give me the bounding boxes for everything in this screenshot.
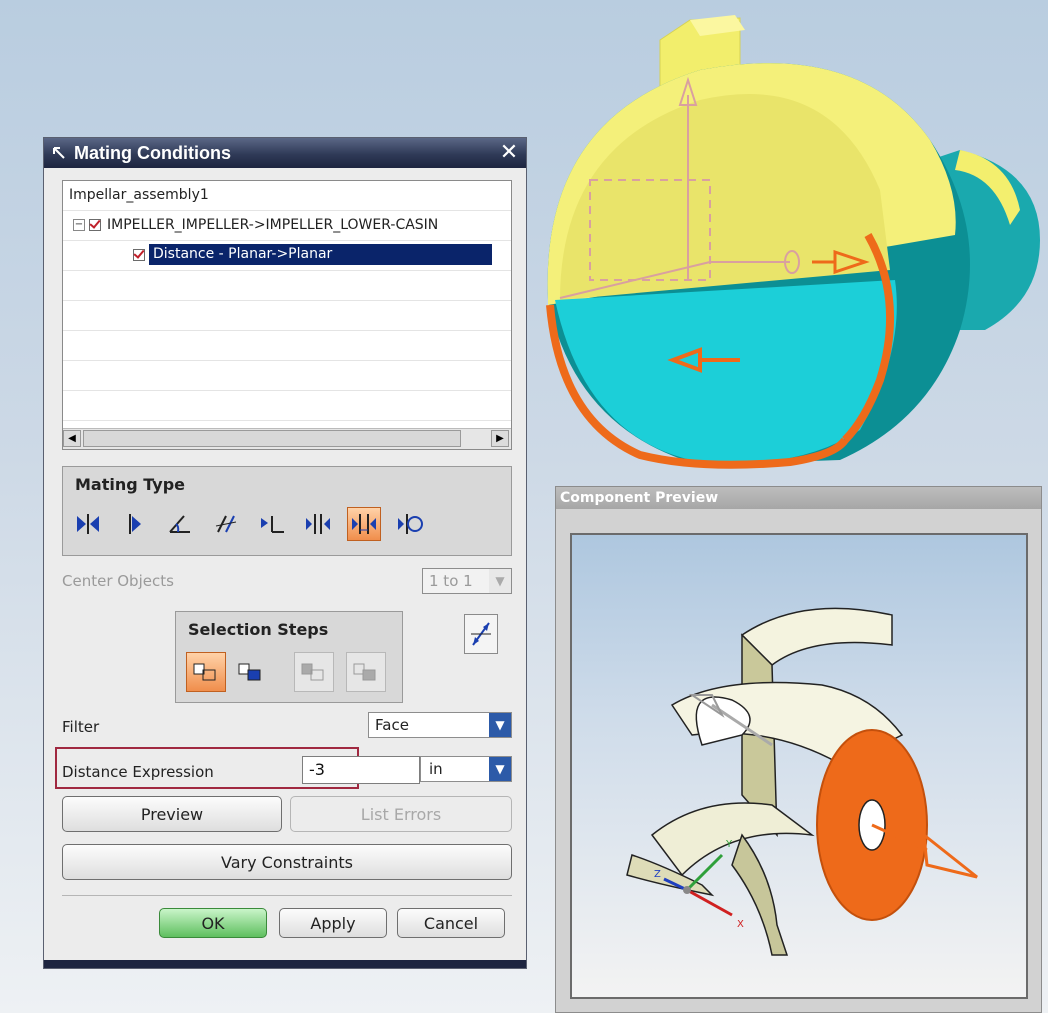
from-step-icon[interactable] — [186, 652, 226, 692]
dialog-bottom-bar — [44, 960, 526, 968]
impeller-fin — [731, 833, 789, 956]
preview-button[interactable]: Preview — [62, 796, 282, 832]
filter-label: Filter — [62, 718, 100, 736]
tree-row-root[interactable]: Impellar_assembly1 — [63, 181, 511, 211]
scroll-thumb[interactable] — [83, 430, 461, 447]
filter-value: Face — [375, 716, 409, 734]
y-axis-label: Y — [725, 839, 733, 850]
align-icon[interactable] — [117, 507, 151, 541]
preview-viewport[interactable]: Y X Z — [570, 533, 1028, 999]
center-objects-select[interactable]: 1 to 1 ▼ — [422, 568, 512, 594]
selection-steps-group: Selection Steps — [175, 611, 403, 703]
chevron-down-icon[interactable]: ▼ — [489, 569, 511, 593]
selection-steps-label: Selection Steps — [188, 620, 329, 639]
tree-child-label: IMPELLER_IMPELLER->IMPELLER_LOWER-CASIN — [107, 217, 439, 233]
x-axis-label: X — [737, 919, 744, 930]
tangent-icon[interactable] — [393, 507, 427, 541]
tree-row-empty — [63, 391, 511, 421]
second-to-step-icon[interactable] — [346, 652, 386, 692]
mating-type-group: Mating Type — [62, 466, 512, 556]
triad-origin — [683, 886, 691, 894]
parallel-icon[interactable] — [209, 507, 243, 541]
pin-icon[interactable] — [44, 138, 74, 168]
second-from-step-icon[interactable] — [294, 652, 334, 692]
center-objects-label: Center Objects — [62, 572, 174, 590]
to-step-icon[interactable] — [231, 652, 271, 692]
mating-conditions-dialog: Mating Conditions ✕ Impellar_assembly1 −… — [43, 137, 527, 969]
tree-row-empty — [63, 331, 511, 361]
reverse-direction-icon[interactable] — [464, 614, 498, 654]
distance-unit-value: in — [429, 760, 443, 778]
vary-constraints-button[interactable]: Vary Constraints — [62, 844, 512, 880]
ok-button[interactable]: OK — [159, 908, 267, 938]
tree-grandchild-label: Distance - Planar->Planar — [149, 244, 493, 265]
tree-root-label: Impellar_assembly1 — [69, 187, 209, 203]
collapse-icon[interactable]: − — [73, 219, 85, 231]
component-preview-window: Component Preview Y X Z — [555, 486, 1042, 1013]
scroll-right-icon[interactable]: ▶ — [491, 430, 509, 447]
cancel-button[interactable]: Cancel — [397, 908, 505, 938]
distance-icon[interactable] — [347, 507, 381, 541]
scroll-left-icon[interactable]: ◀ — [63, 430, 81, 447]
close-icon[interactable]: ✕ — [498, 141, 520, 165]
dialog-title: Mating Conditions — [74, 142, 231, 163]
distance-expression-input[interactable]: -3 — [302, 756, 420, 784]
preview-title: Component Preview — [556, 487, 1041, 509]
preview-arrow-head — [922, 831, 978, 879]
tree-row-empty — [63, 361, 511, 391]
perpendicular-icon[interactable] — [255, 507, 289, 541]
center-icon[interactable] — [301, 507, 335, 541]
center-objects-value: 1 to 1 — [429, 572, 473, 590]
checkbox-icon[interactable] — [89, 219, 101, 231]
horizontal-scrollbar[interactable]: ◀ ▶ — [63, 428, 511, 449]
list-errors-button[interactable]: List Errors — [290, 796, 512, 832]
constraint-tree[interactable]: Impellar_assembly1 − IMPELLER_IMPELLER->… — [62, 180, 512, 450]
chevron-down-icon[interactable]: ▼ — [489, 757, 511, 781]
mating-type-label: Mating Type — [75, 475, 186, 494]
tree-row-grandchild[interactable]: Distance - Planar->Planar — [63, 241, 511, 271]
chevron-down-icon[interactable]: ▼ — [489, 713, 511, 737]
mate-icon[interactable] — [71, 507, 105, 541]
separator — [62, 895, 512, 896]
z-axis-label: Z — [654, 869, 661, 880]
tree-row-child[interactable]: − IMPELLER_IMPELLER->IMPELLER_LOWER-CASI… — [63, 211, 511, 241]
distance-unit-select[interactable]: in ▼ — [420, 756, 512, 782]
angle-icon[interactable] — [163, 507, 197, 541]
filter-select[interactable]: Face ▼ — [368, 712, 512, 738]
tree-row-empty — [63, 301, 511, 331]
distance-expression-label: Distance Expression — [62, 763, 214, 781]
checkbox-icon[interactable] — [133, 249, 145, 261]
tree-row-empty — [63, 271, 511, 301]
dialog-titlebar[interactable]: Mating Conditions ✕ — [44, 138, 526, 168]
apply-button[interactable]: Apply — [279, 908, 387, 938]
